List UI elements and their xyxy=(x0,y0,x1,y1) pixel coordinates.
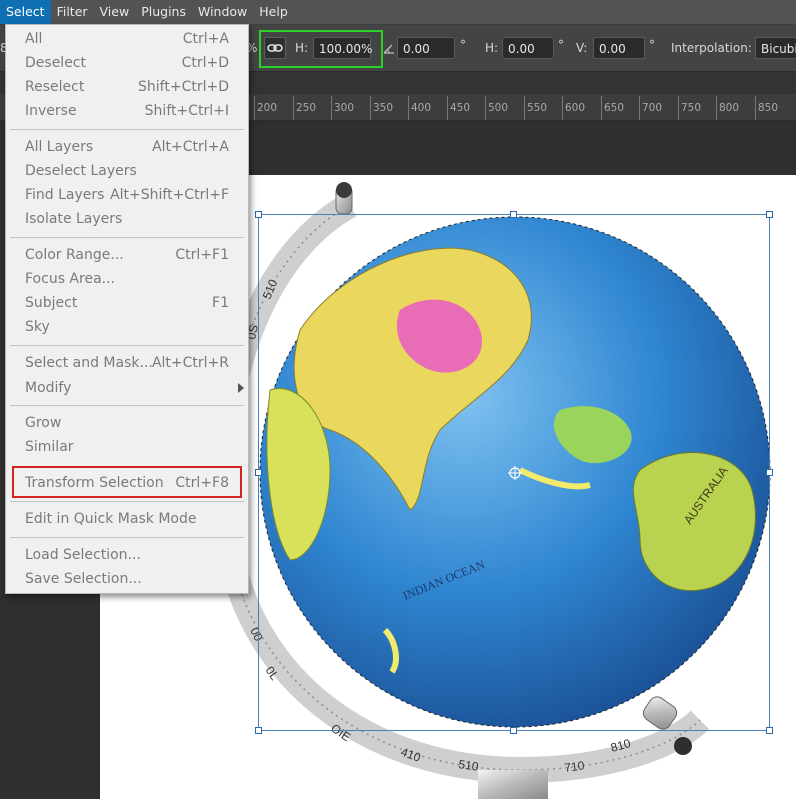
menu-separator xyxy=(10,405,244,406)
menu-item-load-selection[interactable]: Load Selection... xyxy=(6,544,248,566)
transform-handle-bottom[interactable] xyxy=(510,727,517,734)
transform-handle-bottom-left[interactable] xyxy=(255,727,262,734)
menu-item-all[interactable]: All Ctrl+A xyxy=(6,28,248,50)
menu-item-focus-area[interactable]: Focus Area... xyxy=(6,268,248,290)
menu-item-isolate-layers[interactable]: Isolate Layers xyxy=(6,208,248,230)
menu-separator xyxy=(10,129,244,130)
menu-item-deselect[interactable]: Deselect Ctrl+D xyxy=(6,52,248,74)
menu-separator xyxy=(10,537,244,538)
transform-handle-top-right[interactable] xyxy=(766,211,773,218)
submenu-arrow-icon xyxy=(238,383,244,393)
menu-item-quick-mask[interactable]: Edit in Quick Mask Mode xyxy=(6,508,248,530)
menu-item-subject[interactable]: Subject F1 xyxy=(6,292,248,314)
menu-item-similar[interactable]: Similar xyxy=(6,436,248,458)
transform-handle-right[interactable] xyxy=(766,469,773,476)
menu-item-save-selection[interactable]: Save Selection... xyxy=(6,568,248,590)
menu-item-grow[interactable]: Grow xyxy=(6,412,248,434)
menu-separator xyxy=(10,237,244,238)
reference-point-icon[interactable] xyxy=(507,465,523,481)
transform-handle-top[interactable] xyxy=(510,211,517,218)
select-menu-dropdown: All Ctrl+A Deselect Ctrl+D Reselect Shift+C… xyxy=(5,24,249,594)
transform-selection-highlight xyxy=(12,466,242,498)
transform-handle-top-left[interactable] xyxy=(255,211,262,218)
menu-item-select-and-mask[interactable]: Select and Mask... Alt+Ctrl+R xyxy=(6,352,248,374)
menu-item-color-range[interactable]: Color Range... Ctrl+F1 xyxy=(6,244,248,266)
menu-item-deselect-layers[interactable]: Deselect Layers xyxy=(6,160,248,182)
transform-handle-left[interactable] xyxy=(255,469,262,476)
menu-item-find-layers[interactable]: Find Layers Alt+Shift+Ctrl+F xyxy=(6,184,248,206)
menu-item-inverse[interactable]: Inverse Shift+Ctrl+I xyxy=(6,100,248,122)
menu-item-sky[interactable]: Sky xyxy=(6,316,248,338)
menu-item-reselect[interactable]: Reselect Shift+Ctrl+D xyxy=(6,76,248,98)
transform-handle-bottom-right[interactable] xyxy=(766,727,773,734)
menu-item-all-layers[interactable]: All Layers Alt+Ctrl+A xyxy=(6,136,248,158)
menu-separator xyxy=(10,501,244,502)
menu-item-modify[interactable]: Modify xyxy=(6,377,248,399)
ring-number: 510 xyxy=(458,757,480,774)
menu-separator xyxy=(10,345,244,346)
ring-number: 710 xyxy=(563,758,585,775)
